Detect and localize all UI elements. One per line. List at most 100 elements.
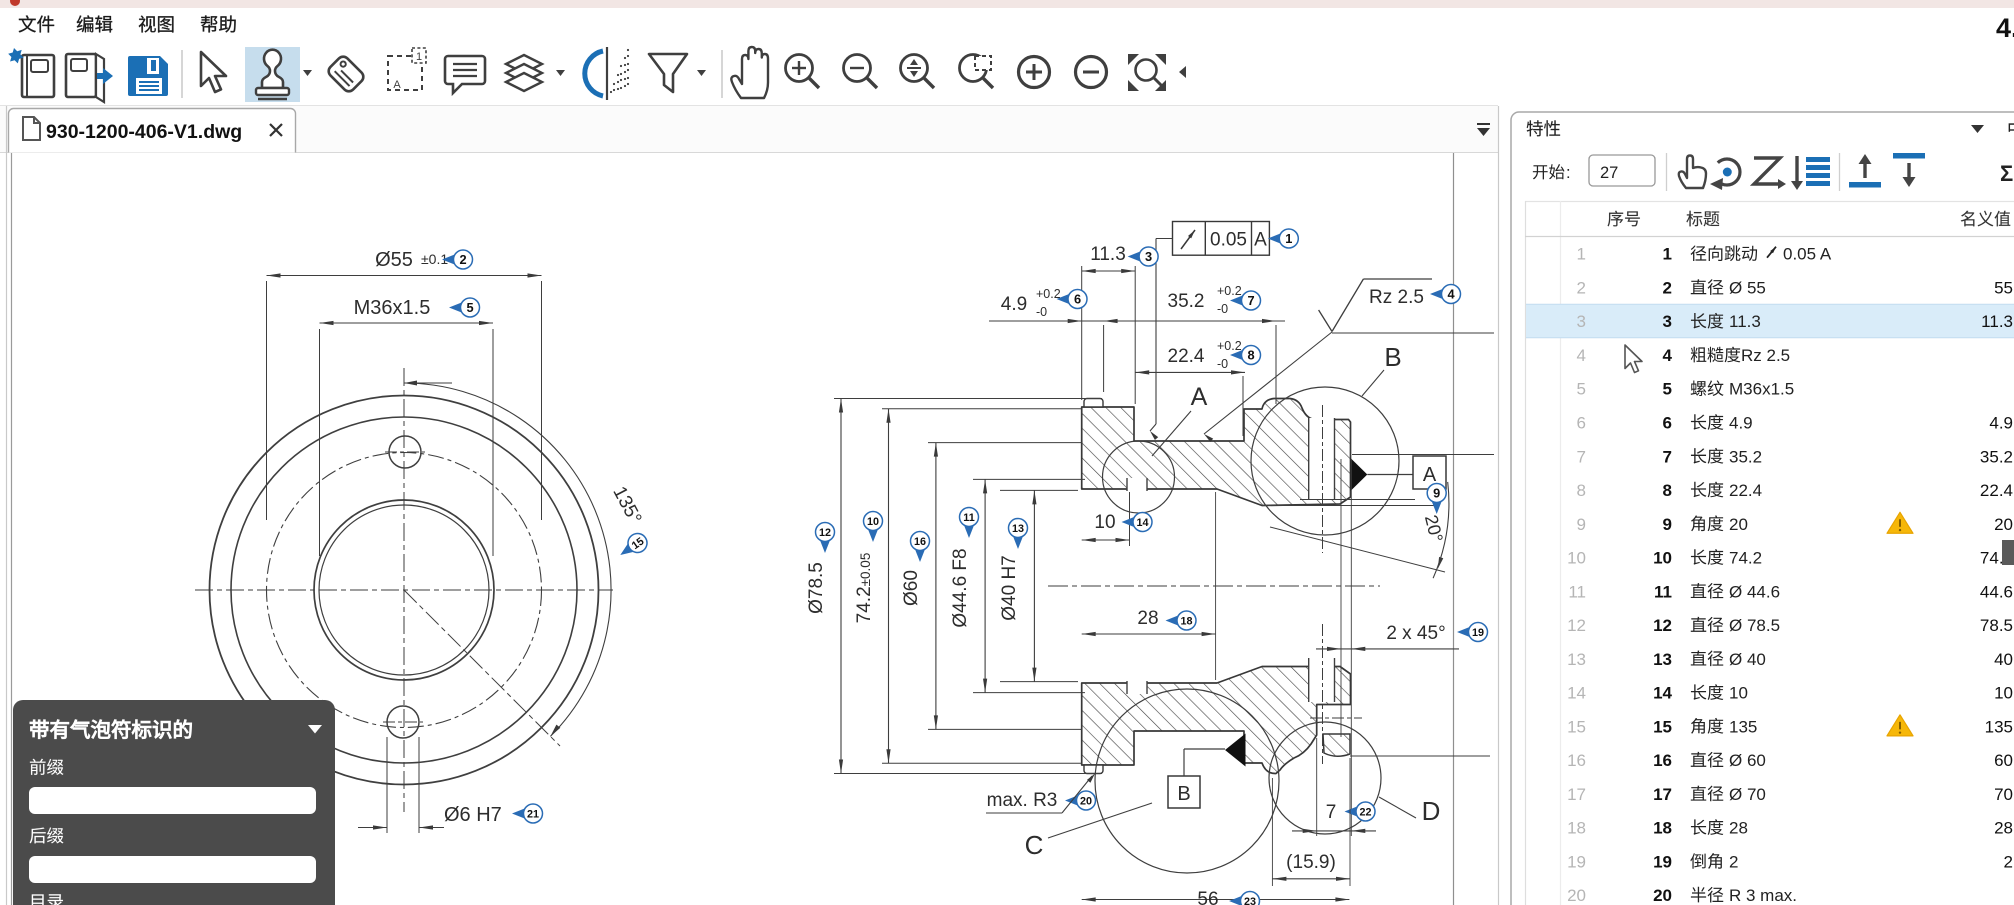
svg-text:74.2±0.05: 74.2±0.05 (854, 553, 875, 624)
svg-text:-0: -0 (1036, 305, 1047, 319)
svg-text:10: 10 (1653, 549, 1672, 568)
svg-text:16: 16 (914, 536, 926, 548)
svg-text:C: C (1025, 830, 1044, 860)
svg-text:20: 20 (1994, 515, 2013, 534)
svg-text:40: 40 (1994, 650, 2013, 669)
svg-text:6: 6 (1663, 414, 1672, 433)
svg-text:0.05 A: 0.05 A (1783, 245, 1832, 264)
svg-text:18: 18 (1180, 615, 1192, 627)
svg-text:12: 12 (1567, 616, 1586, 635)
svg-text:7: 7 (1577, 447, 1586, 466)
svg-text:14: 14 (1136, 517, 1148, 529)
svg-text::: : (1566, 164, 1571, 182)
svg-text:-0: -0 (1217, 357, 1228, 371)
svg-text:D: D (1422, 796, 1441, 826)
svg-text:15: 15 (1567, 717, 1586, 736)
svg-text:11: 11 (963, 512, 974, 524)
svg-text:5: 5 (1663, 380, 1672, 399)
svg-text:4.9: 4.9 (1001, 294, 1027, 315)
svg-text:23: 23 (1244, 896, 1256, 905)
svg-text:A: A (393, 79, 401, 91)
svg-text:Ø78.5: Ø78.5 (806, 562, 827, 614)
svg-text:74.2: 74.2 (1729, 549, 1762, 568)
svg-text:14: 14 (1567, 684, 1586, 703)
svg-text:35.2: 35.2 (1729, 447, 1762, 466)
svg-text:2: 2 (459, 252, 466, 267)
svg-text:2 x 45°: 2 x 45° (1386, 623, 1445, 644)
svg-text:M36x1.5: M36x1.5 (1729, 380, 1794, 399)
svg-text:Ø 78.5: Ø 78.5 (1729, 616, 1780, 635)
svg-text:11.3: 11.3 (1729, 312, 1761, 331)
svg-text:2: 2 (1577, 278, 1586, 297)
svg-text:6: 6 (1577, 414, 1586, 433)
svg-text:Ø6 H7: Ø6 H7 (444, 804, 502, 826)
svg-text:3: 3 (1663, 312, 1672, 331)
svg-text:17: 17 (1567, 785, 1586, 804)
svg-text:20: 20 (1653, 886, 1672, 905)
svg-text:15: 15 (1653, 717, 1672, 736)
svg-text:7: 7 (1326, 802, 1337, 823)
svg-text:+0.2: +0.2 (1217, 339, 1242, 353)
svg-text:Ø 55: Ø 55 (1729, 278, 1766, 297)
svg-text:44.6: 44.6 (1980, 582, 2013, 601)
svg-text:Ø 70: Ø 70 (1729, 785, 1766, 804)
svg-text:2: 2 (1663, 278, 1672, 297)
svg-text:6: 6 (1074, 292, 1081, 307)
svg-text:R 3 max.: R 3 max. (1729, 886, 1797, 905)
svg-text:Ø 44.6: Ø 44.6 (1729, 582, 1780, 601)
svg-text:Ø55: Ø55 (375, 249, 413, 271)
svg-text:1: 1 (1577, 245, 1586, 264)
svg-text:13: 13 (1012, 523, 1024, 535)
svg-text:930-1200-406-V1.dwg: 930-1200-406-V1.dwg (46, 121, 242, 143)
svg-text:7: 7 (1663, 447, 1672, 466)
svg-text:18: 18 (1653, 819, 1672, 838)
svg-text:-0: -0 (1217, 302, 1228, 316)
svg-text:2: 2 (2004, 852, 2013, 871)
svg-text:Ø 40: Ø 40 (1729, 650, 1766, 669)
svg-text:27: 27 (1600, 164, 1618, 182)
svg-text:10: 10 (1729, 684, 1748, 703)
svg-text:Σ: Σ (2000, 161, 2013, 186)
svg-text:1: 1 (1663, 245, 1672, 264)
svg-text:9: 9 (1433, 486, 1440, 501)
svg-text:4.9: 4.9 (1729, 414, 1753, 433)
svg-text:70: 70 (1994, 785, 2013, 804)
svg-text:10: 10 (867, 516, 879, 528)
svg-text:78.5: 78.5 (1980, 616, 2013, 635)
svg-text:13: 13 (1567, 650, 1586, 669)
svg-text:Rz 2.5: Rz 2.5 (1369, 287, 1424, 308)
svg-text:28: 28 (1729, 819, 1748, 838)
svg-text:4.9: 4.9 (1989, 414, 2013, 433)
svg-text:28: 28 (1994, 819, 2013, 838)
svg-text:A: A (1423, 464, 1437, 486)
svg-text:A: A (1191, 383, 1208, 411)
svg-text:4: 4 (1447, 287, 1455, 302)
svg-text:9: 9 (1577, 515, 1586, 534)
svg-text:12: 12 (819, 527, 831, 539)
svg-text:8: 8 (1577, 481, 1586, 500)
svg-text:21: 21 (527, 808, 539, 820)
svg-text:55: 55 (1994, 278, 2013, 297)
svg-text:7: 7 (1247, 293, 1254, 308)
svg-text:(15.9): (15.9) (1286, 852, 1336, 873)
svg-text:3: 3 (1145, 249, 1152, 264)
svg-text:B: B (1384, 342, 1401, 372)
svg-text:19: 19 (1472, 627, 1484, 639)
svg-text:13: 13 (1653, 650, 1672, 669)
svg-text:5: 5 (466, 300, 473, 315)
svg-text:16: 16 (1653, 751, 1672, 770)
svg-text:4: 4 (1577, 346, 1586, 365)
svg-text:22: 22 (1359, 806, 1371, 818)
svg-text:1: 1 (416, 51, 422, 63)
svg-text:11.3: 11.3 (1090, 244, 1126, 265)
svg-text:10: 10 (1567, 549, 1586, 568)
svg-text:135: 135 (1729, 717, 1757, 736)
svg-text:22.4: 22.4 (1168, 346, 1205, 367)
svg-text:12: 12 (1653, 616, 1672, 635)
svg-text:10: 10 (1994, 684, 2013, 703)
svg-text:18: 18 (1567, 819, 1586, 838)
svg-text:8: 8 (1247, 348, 1254, 363)
svg-text:11: 11 (1654, 582, 1672, 601)
svg-text:20: 20 (1567, 886, 1586, 905)
svg-text:3: 3 (1577, 312, 1586, 331)
